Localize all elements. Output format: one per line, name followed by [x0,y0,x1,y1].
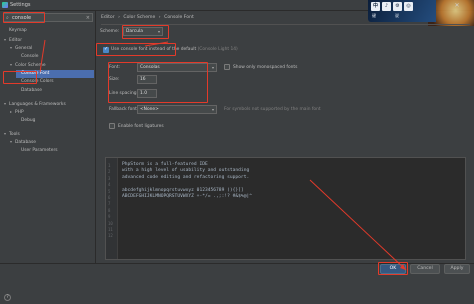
search-icon: ⌕ [6,15,9,21]
clear-search-icon[interactable]: × [86,15,90,21]
ime-chip-2[interactable]: ♪ [382,2,391,11]
preview-line-number: 12 [108,233,113,239]
settings-tree-item[interactable]: User Parameters [16,147,94,155]
fallback-font-hint: For symbols not supported by the main fo… [224,107,321,112]
help-icon[interactable]: ? [4,294,11,301]
settings-tree-label: User Parameters [21,147,58,153]
ime-chip-3[interactable]: ⚙ [393,2,402,11]
preview-line-number: 6 [108,195,111,200]
line-spacing-label: Line spacing: [109,91,138,96]
ligatures-label[interactable]: Enable font ligatures [118,124,164,129]
ok-button[interactable]: OK [380,264,406,274]
breadcrumb-sep-icon: › [118,15,120,20]
line-spacing-input[interactable]: 1.0 [137,89,157,98]
use-console-font-checkbox[interactable] [103,46,109,53]
settings-search-input[interactable]: ⌕ console × [3,13,93,22]
font-value: Consolas [140,65,160,70]
ime-chip-4[interactable]: ◎ [404,2,413,11]
chevron-down-icon: ▾ [157,29,160,34]
breadcrumb-editor[interactable]: Editor [101,15,115,20]
size-label: Size: [109,77,120,82]
monospaced-checkbox[interactable] [224,64,230,70]
settings-tree-item[interactable]: ▾ Database [10,138,94,146]
settings-tree-item[interactable]: Keymap [4,27,94,35]
preview-line-number: 8 [108,207,111,213]
app-logo-icon [2,2,8,8]
settings-tree-label: Console Font [21,70,50,76]
settings-tree-item[interactable]: Database [16,87,94,95]
settings-tree-label: Languages & Frameworks [9,101,66,107]
settings-tree-label: PHP [15,110,24,115]
use-console-font-label[interactable]: Use console font instead of the default … [111,47,238,52]
preview-line: abcdefghijklmnopqrstuvwxyz 0123456789 ()… [122,187,244,193]
breadcrumb: Editor › Color Scheme › Console Font [101,15,196,20]
settings-tree-item[interactable]: ▾ General [10,44,94,52]
settings-tree-label: General [15,46,33,51]
ligatures-checkbox[interactable] [109,123,115,129]
settings-tree-item[interactable]: Debug [16,117,94,125]
settings-tree-label: Debug [21,117,36,123]
breadcrumb-sep-icon: › [158,15,161,20]
settings-tree-label: Console [21,53,39,59]
preview-line-number: 4 [108,182,111,188]
settings-sidebar: ⌕ console × Keymap ▾ Editor ▾ General Console… [0,11,96,263]
use-console-font-text: Use console font instead of the default [111,47,197,52]
settings-tree-item[interactable]: Console Colors [16,78,94,86]
scheme-select[interactable]: Darcula ▾ [123,27,163,36]
font-preview-editor[interactable]: 1 PhpStorm is a full-featured IDE 2 with a … [105,157,466,260]
font-select[interactable]: Consolas ▾ [137,63,217,72]
preview-line: PhpStorm is a full-featured IDE [122,162,208,167]
settings-tree-item[interactable]: Console [16,53,94,61]
preview-line-number: 11 [108,227,113,232]
settings-tree-label: Console Colors [21,79,54,84]
chevron-down-icon: ▾ [211,65,214,70]
apply-button[interactable]: Apply [444,264,470,274]
chevron-down-icon: ▾ [211,107,214,112]
monospaced-label[interactable]: Show only monospaced fonts [233,65,297,70]
settings-tree-item[interactable]: ▸ PHP [10,108,94,116]
preview-line: advanced code editing and refactoring su… [122,174,250,180]
fallback-font-value: <None> [140,107,159,112]
settings-tree-label: Database [21,87,42,93]
preview-line: ABCDEFGHIJKLMNOPQRSTUVWXYZ +-*/= .,;:!? … [122,194,252,199]
ime-chip-1[interactable]: 中 [371,2,380,11]
preview-line-number: 9 [108,214,111,220]
size-value: 16 [140,77,146,82]
breadcrumb-color-scheme[interactable]: Color Scheme [123,15,155,20]
size-input[interactable]: 16 [137,75,157,84]
preview-line-number: 1 [108,163,111,168]
preview-line-number: 2 [108,169,111,175]
settings-tree-label: Keymap [9,28,27,33]
line-spacing-value: 1.0 [140,91,147,96]
preview-line-number: 7 [108,201,111,207]
preview-line: with a high level of usability and outst… [122,168,250,174]
settings-content: Editor › Color Scheme › Console Font Sch… [97,11,474,263]
search-value: console [12,15,32,21]
settings-tree-label: Color Scheme [15,63,46,68]
settings-tree-label: Database [15,140,36,145]
window-close-button[interactable]: ✕ [446,1,468,10]
use-console-font-hint: (Console Light 14) [197,47,238,52]
cancel-button[interactable]: Cancel [410,264,440,274]
preview-line-number: 5 [108,188,111,194]
preview-line-number: 3 [108,175,111,181]
settings-tree-item[interactable]: ▾ Tools [4,130,94,138]
settings-tree-item[interactable]: ▾ Languages & Frameworks [4,100,94,108]
settings-tree-item[interactable]: Console Font [16,69,94,78]
preview-line-number: 10 [108,220,113,226]
settings-tree-item[interactable]: ▾ Color Scheme [10,61,94,69]
settings-tree-label: Editor [9,37,22,43]
scheme-value: Darcula [126,29,143,34]
header-divider [101,24,470,25]
scheme-label: Scheme: [100,29,120,34]
dialog-button-bar: ? OK Cancel Apply [0,263,474,304]
settings-tree-item[interactable]: ▾ Editor [4,36,94,44]
breadcrumb-console-font: Console Font [164,15,194,20]
window-title: Settings [10,2,31,8]
settings-tree-label: Tools [9,131,20,137]
fallback-font-select[interactable]: <None> ▾ [137,105,217,114]
font-label: Font: [109,65,121,70]
fallback-font-label: Fallback font: [109,107,139,112]
